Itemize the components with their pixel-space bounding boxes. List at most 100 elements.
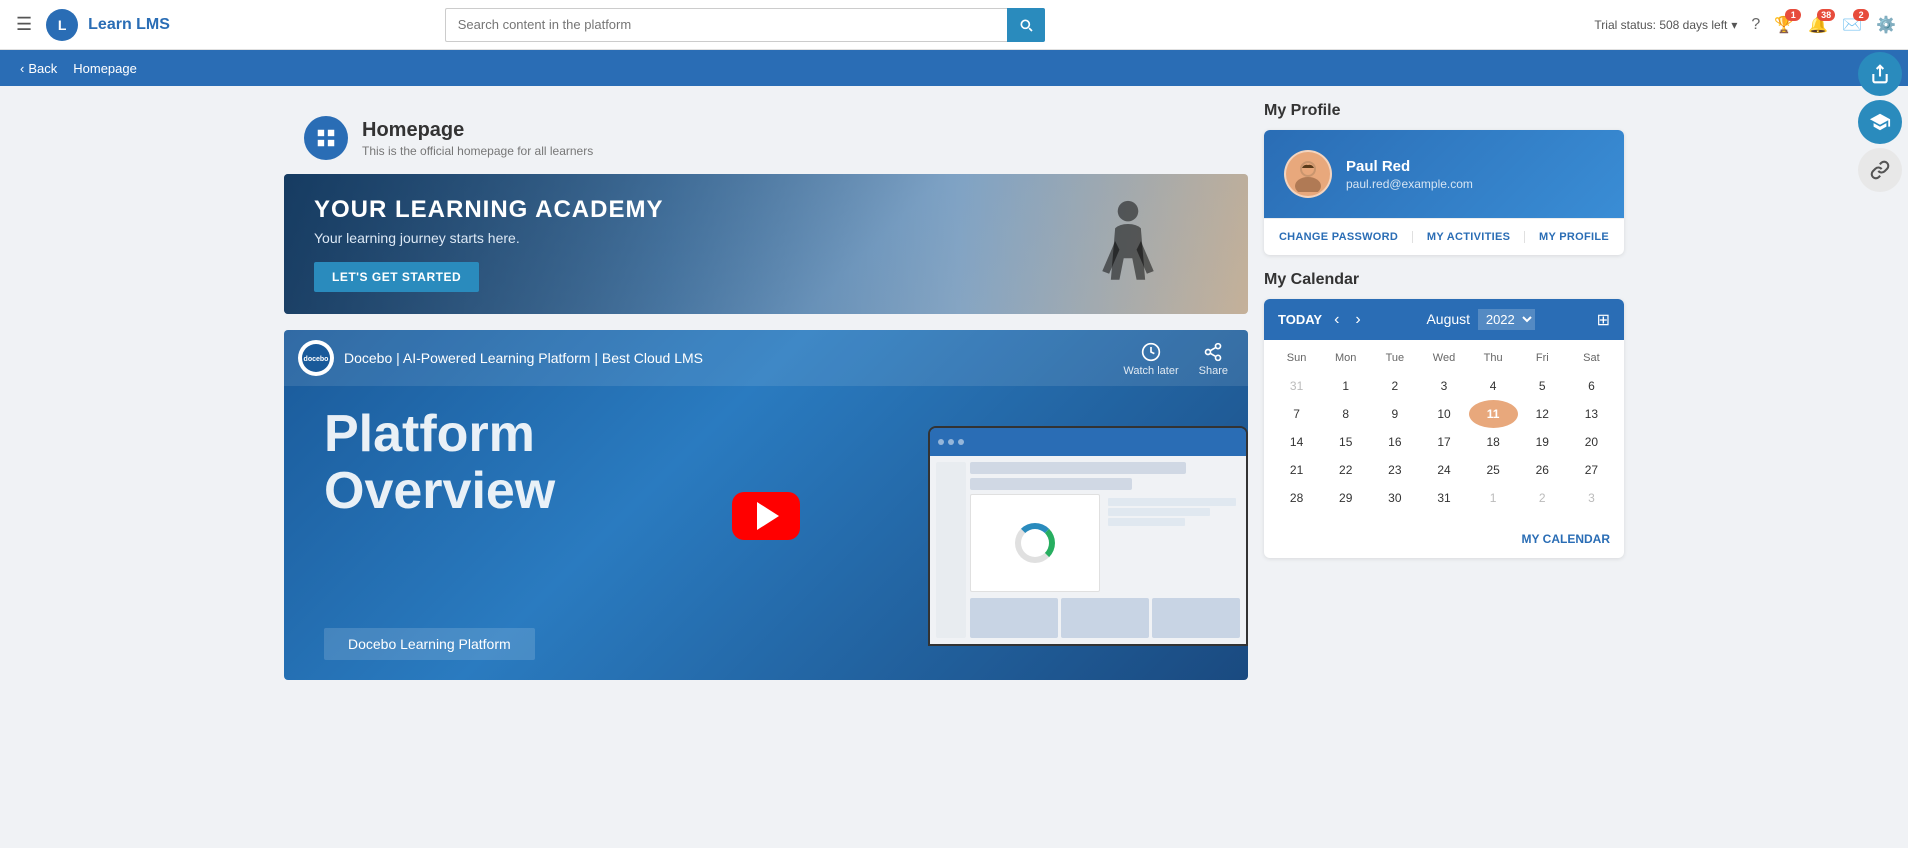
calendar-header: TODAY ‹ › August 2022 ⊞ xyxy=(1264,299,1624,340)
my-calendar-link[interactable]: MY CALENDAR xyxy=(1522,532,1610,546)
weekday-mon: Mon xyxy=(1321,348,1370,368)
calendar-day-12[interactable]: 12 xyxy=(1518,400,1567,428)
calendar-day-10[interactable]: 10 xyxy=(1419,400,1468,428)
search-bar xyxy=(445,8,1045,42)
calendar-day-1[interactable]: 1 xyxy=(1321,372,1370,400)
floating-buttons xyxy=(1852,44,1908,200)
platform-text-line2: Overview xyxy=(324,463,555,520)
calendar-day-19[interactable]: 19 xyxy=(1518,428,1567,456)
calendar-day-3-other[interactable]: 3 xyxy=(1567,484,1616,512)
calendar-day-20[interactable]: 20 xyxy=(1567,428,1616,456)
calendar-day-23[interactable]: 23 xyxy=(1370,456,1419,484)
breadcrumb: Homepage xyxy=(73,61,137,76)
my-profile-button[interactable]: MY PROFILE xyxy=(1539,231,1609,243)
calendar-day-16[interactable]: 16 xyxy=(1370,428,1419,456)
graduation-float-button[interactable] xyxy=(1858,100,1902,144)
weekday-thu: Thu xyxy=(1469,348,1518,368)
video-content-area: Platform Overview xyxy=(284,386,1248,646)
sub-navigation: ‹ Back Homepage xyxy=(0,50,1908,86)
today-button[interactable]: TODAY xyxy=(1278,312,1322,327)
next-month-button[interactable]: › xyxy=(1351,311,1364,329)
laptop-chart xyxy=(970,494,1100,592)
share-button[interactable]: Share xyxy=(1199,342,1228,377)
calendar-day-14[interactable]: 14 xyxy=(1272,428,1321,456)
docebo-logo: docebo xyxy=(298,340,334,376)
video-controls: Watch later Share xyxy=(1123,342,1228,377)
calendar-day-30[interactable]: 30 xyxy=(1370,484,1419,512)
weekday-tue: Tue xyxy=(1370,348,1419,368)
calendar-day-31-other[interactable]: 31 xyxy=(1272,372,1321,400)
logo-icon[interactable]: L xyxy=(46,9,78,41)
year-select[interactable]: 2022 xyxy=(1478,309,1535,330)
video-container[interactable]: docebo Docebo | AI-Powered Learning Plat… xyxy=(284,330,1248,680)
prev-month-button[interactable]: ‹ xyxy=(1330,311,1343,329)
action-divider-2 xyxy=(1524,231,1525,243)
homepage-title: Homepage xyxy=(362,119,593,142)
homepage-header: Homepage This is the official homepage f… xyxy=(284,102,1248,174)
help-icon[interactable]: ? xyxy=(1751,16,1760,34)
calendar-day-2[interactable]: 2 xyxy=(1370,372,1419,400)
calendar-section-title: My Calendar xyxy=(1264,271,1624,289)
nav-left: ☰ L Learn LMS xyxy=(12,9,170,41)
main-content: Homepage This is the official homepage f… xyxy=(264,86,1644,696)
trophy-icon[interactable]: 🏆 1 xyxy=(1774,15,1794,35)
watch-later-button[interactable]: Watch later xyxy=(1123,342,1178,377)
calendar-card: TODAY ‹ › August 2022 ⊞ Sun Mon Tue Wed xyxy=(1264,299,1624,558)
profile-section-title: My Profile xyxy=(1264,102,1624,120)
calendar-day-17[interactable]: 17 xyxy=(1419,428,1468,456)
banner-person-silhouette xyxy=(1088,194,1168,314)
laptop-sidebar xyxy=(936,462,966,638)
calendar-day-4[interactable]: 4 xyxy=(1469,372,1518,400)
calendar-day-3[interactable]: 3 xyxy=(1419,372,1468,400)
video-header: docebo Docebo | AI-Powered Learning Plat… xyxy=(284,330,1248,386)
search-button[interactable] xyxy=(1007,8,1044,42)
calendar-day-27[interactable]: 27 xyxy=(1567,456,1616,484)
calendar-day-15[interactable]: 15 xyxy=(1321,428,1370,456)
calendar-day-26[interactable]: 26 xyxy=(1518,456,1567,484)
banner-cta-button[interactable]: LET'S GET STARTED xyxy=(314,262,479,292)
share-float-button[interactable] xyxy=(1858,52,1902,96)
notification-icon[interactable]: 🔔 38 xyxy=(1808,15,1828,35)
avatar xyxy=(1284,150,1332,198)
link-float-button[interactable] xyxy=(1858,148,1902,192)
calendar-day-28[interactable]: 28 xyxy=(1272,484,1321,512)
calendar-month: August 2022 xyxy=(1373,309,1589,330)
message-icon[interactable]: ✉️ 2 xyxy=(1842,15,1862,35)
calendar-day-22[interactable]: 22 xyxy=(1321,456,1370,484)
calendar-day-1-other[interactable]: 1 xyxy=(1469,484,1518,512)
calendar-day-6[interactable]: 6 xyxy=(1567,372,1616,400)
calendar-day-7[interactable]: 7 xyxy=(1272,400,1321,428)
calendar-day-9[interactable]: 9 xyxy=(1370,400,1419,428)
laptop-header xyxy=(930,428,1246,456)
hamburger-menu[interactable]: ☰ xyxy=(12,10,36,39)
calendar-day-5[interactable]: 5 xyxy=(1518,372,1567,400)
laptop-body xyxy=(930,456,1246,644)
profile-card-header: Paul Red paul.red@example.com xyxy=(1264,130,1624,218)
weekday-wed: Wed xyxy=(1419,348,1468,368)
profile-email: paul.red@example.com xyxy=(1346,177,1473,191)
calendar-day-2-other[interactable]: 2 xyxy=(1518,484,1567,512)
search-input[interactable] xyxy=(445,8,1008,42)
calendar-day-24[interactable]: 24 xyxy=(1419,456,1468,484)
calendar-export-button[interactable]: ⊞ xyxy=(1597,310,1610,330)
calendar-day-11[interactable]: 11 xyxy=(1469,400,1518,428)
back-button[interactable]: ‹ Back xyxy=(12,57,65,80)
calendar-day-25[interactable]: 25 xyxy=(1469,456,1518,484)
calendar-day-8[interactable]: 8 xyxy=(1321,400,1370,428)
trial-status[interactable]: Trial status: 508 days left ▾ xyxy=(1594,18,1737,32)
svg-text:docebo: docebo xyxy=(304,356,329,363)
weekday-sun: Sun xyxy=(1272,348,1321,368)
left-panel: Homepage This is the official homepage f… xyxy=(284,102,1248,680)
calendar-day-31[interactable]: 31 xyxy=(1419,484,1468,512)
top-navigation: ☰ L Learn LMS Trial status: 508 days lef… xyxy=(0,0,1908,50)
calendar-grid: Sun Mon Tue Wed Thu Fri Sat 311234567891… xyxy=(1264,340,1624,520)
laptop-main xyxy=(970,462,1240,638)
calendar-day-18[interactable]: 18 xyxy=(1469,428,1518,456)
calendar-day-21[interactable]: 21 xyxy=(1272,456,1321,484)
calendar-day-13[interactable]: 13 xyxy=(1567,400,1616,428)
calendar-day-29[interactable]: 29 xyxy=(1321,484,1370,512)
settings-icon[interactable]: ⚙️ xyxy=(1876,15,1896,35)
change-password-button[interactable]: CHANGE PASSWORD xyxy=(1279,231,1398,243)
play-button[interactable] xyxy=(732,492,800,540)
my-activities-button[interactable]: MY ACTIVITIES xyxy=(1427,231,1510,243)
